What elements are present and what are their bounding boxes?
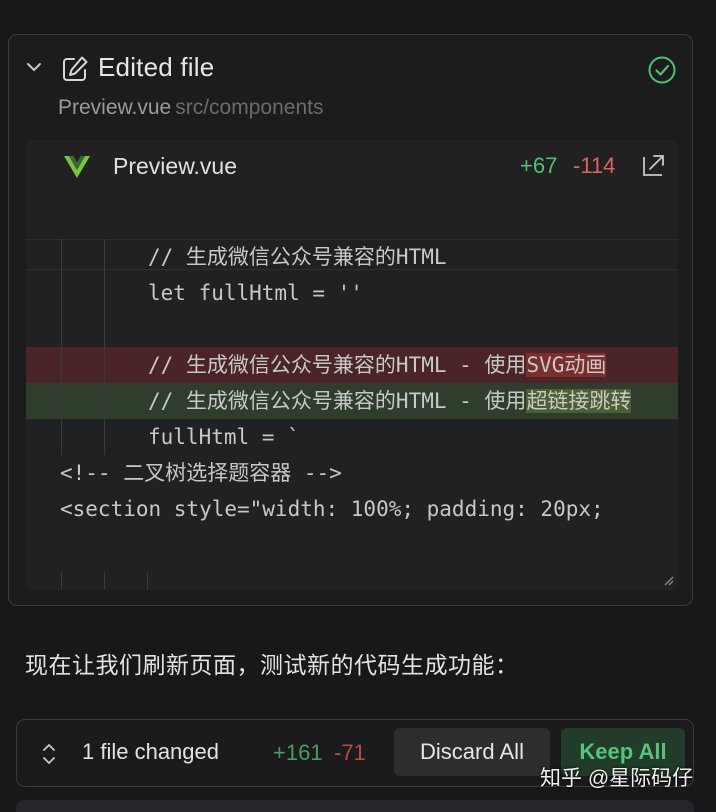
code-line: let fullHtml = '' <box>148 281 363 305</box>
deleted-highlight: SVG动画 <box>526 353 607 377</box>
total-deletions: -71 <box>334 740 366 765</box>
code-line: <!-- 二叉树选择题容器 --> <box>60 461 342 485</box>
file-path: src/components <box>175 96 324 119</box>
discard-all-button[interactable]: Discard All <box>394 728 550 776</box>
code-line: fullHtml = ` <box>148 425 300 449</box>
open-external-icon[interactable] <box>641 152 667 178</box>
edit-icon <box>63 56 88 81</box>
chevron-down-icon[interactable] <box>25 58 43 76</box>
watermark: 知乎 @星际码仔 <box>540 767 694 790</box>
resize-handle-icon[interactable] <box>662 574 674 586</box>
diff-file-name[interactable]: Preview.vue <box>113 153 237 180</box>
diff-preview: Preview.vue +67 -114 // 生成微信公众号兼容的HTML l… <box>26 140 678 590</box>
code-line-deleted: // 生成微信公众号兼容的HTML - 使用SVG动画 <box>26 347 678 383</box>
total-additions: +161 <box>273 740 323 765</box>
additions-count: +67 <box>520 153 558 178</box>
file-name: Preview.vue <box>58 96 172 119</box>
up-down-icon[interactable] <box>40 741 58 767</box>
next-panel-edge <box>16 800 694 812</box>
code-line: // 生成微信公众号兼容的HTML <box>148 245 447 269</box>
assistant-message: 现在让我们刷新页面，测试新的代码生成功能： <box>25 652 519 678</box>
file-subtitle[interactable]: Preview.vue src/components <box>58 96 323 120</box>
code-line-added: // 生成微信公众号兼容的HTML - 使用超链接跳转 <box>26 383 678 419</box>
added-highlight: 超链接跳转 <box>526 389 632 413</box>
code-line: <section style="width: 100%; padding: 20… <box>60 497 604 521</box>
card-title: Edited file <box>98 52 215 82</box>
check-circle-icon <box>648 56 676 84</box>
deletions-count: -114 <box>573 153 616 178</box>
files-changed-label[interactable]: 1 file changed <box>82 739 219 765</box>
vue-icon <box>64 156 90 178</box>
